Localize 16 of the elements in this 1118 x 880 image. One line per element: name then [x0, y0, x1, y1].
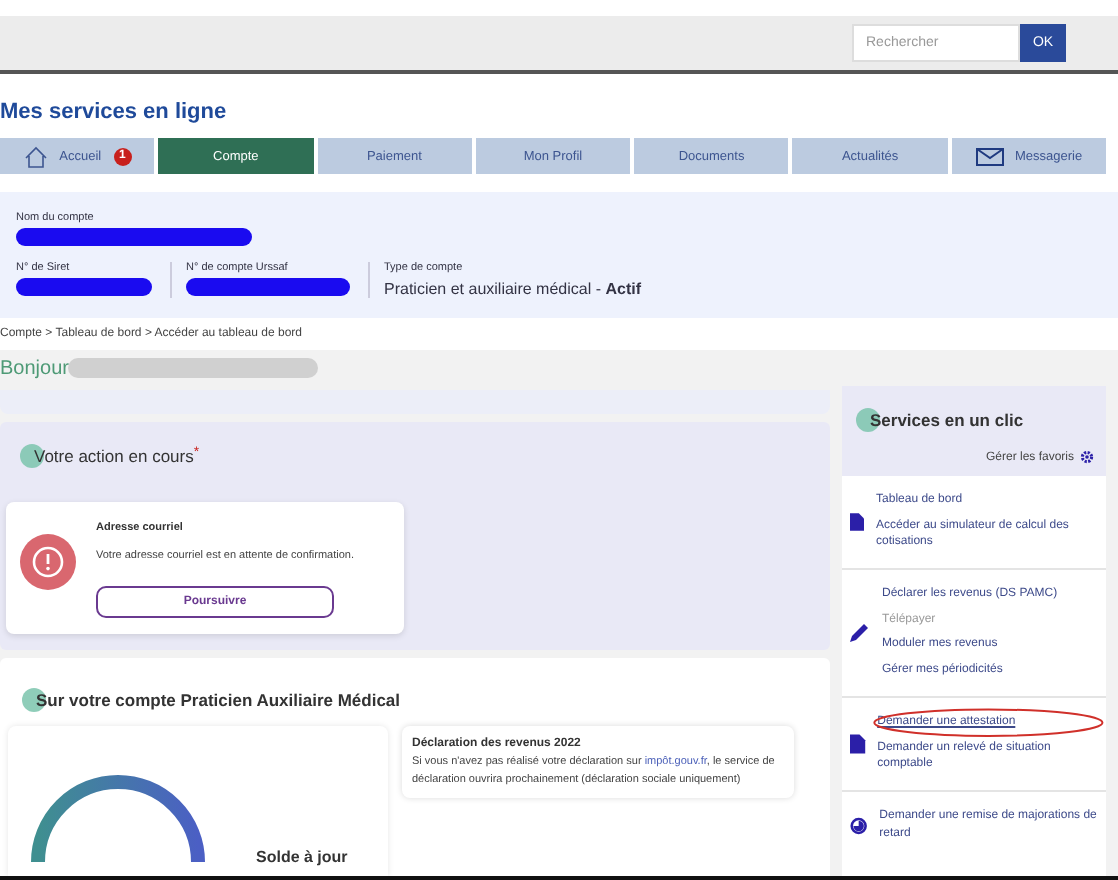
page-title: Mes services en ligne — [0, 98, 229, 128]
mail-icon — [975, 147, 1004, 165]
redaction-mark — [16, 278, 152, 296]
balance-label: Solde à jour — [256, 847, 348, 866]
greeting: Bonjour — [0, 357, 69, 379]
section-title: Votre action en cours — [34, 446, 194, 466]
warning-icon — [20, 534, 76, 590]
section-title: Services en un clic — [870, 410, 1024, 430]
clock-icon — [850, 815, 868, 836]
section-title: Sur votre compte Praticien Auxiliaire Médical — [36, 689, 401, 710]
document-icon — [850, 733, 866, 754]
account-type: Praticien et auxiliaire médical - Actif — [384, 280, 641, 298]
pencil-icon — [850, 622, 870, 643]
document-icon — [850, 512, 865, 533]
home-icon — [23, 145, 48, 167]
settings-icon — [1080, 450, 1094, 464]
